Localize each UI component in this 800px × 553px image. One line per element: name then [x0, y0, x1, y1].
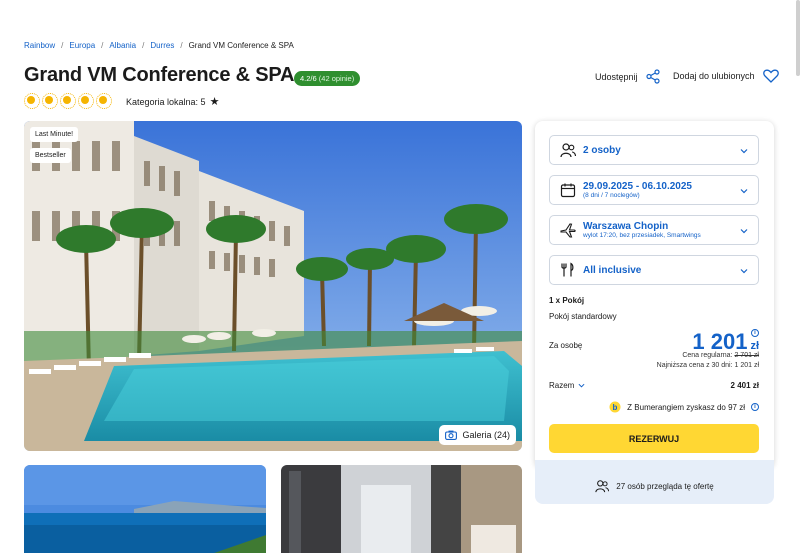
airport-value: Warszawa Chopin	[583, 221, 669, 232]
tag-last-minute: Last Minute!	[30, 127, 79, 142]
chevron-down-icon	[740, 189, 748, 194]
star-icon: ★	[209, 96, 220, 108]
bumerang-text: Z Bumerangiem zyskasz do 97 zł	[627, 402, 745, 412]
room-count: 1 x Pokój	[549, 296, 759, 305]
breadcrumb-link-durres[interactable]: Durres	[150, 41, 174, 50]
gallery-label: Galeria (24)	[462, 430, 510, 440]
breadcrumb-separator: /	[180, 41, 183, 50]
breadcrumb: Rainbow / Europa / Albania / Durres / Gr…	[24, 41, 294, 50]
svg-text:b: b	[613, 403, 618, 412]
room-thumbnail-image	[281, 465, 522, 553]
booking-panel: 2 osoby 29.09.2025 - 06.10.2025 (8 dni /…	[535, 121, 774, 468]
regular-price: Cena regularna: 2 701 zł	[682, 352, 759, 359]
sun-rating	[24, 93, 112, 109]
breadcrumb-link-europa[interactable]: Europa	[69, 41, 95, 50]
breadcrumb-separator: /	[142, 41, 145, 50]
beach-thumbnail-image	[24, 465, 266, 553]
calendar-icon	[560, 183, 576, 198]
photo-thumbnail-beach[interactable]	[24, 465, 266, 553]
share-button[interactable]: Udostępnij	[595, 69, 660, 84]
persons-select[interactable]: 2 osoby	[549, 135, 759, 165]
local-category: Kategoria lokalna: 5 ★	[126, 95, 219, 108]
total-value: 2 401 zł	[730, 381, 759, 390]
breadcrumb-current: Grand VM Conference & SPA	[188, 41, 294, 50]
hotel-pool-image	[24, 121, 522, 451]
rating-count: (42 opinie)	[318, 74, 355, 83]
sun-icon	[42, 93, 58, 109]
per-person-label: Za osobę	[549, 341, 583, 350]
board-select[interactable]: All inclusive	[549, 255, 759, 285]
info-icon[interactable]: i	[751, 403, 759, 411]
camera-icon	[445, 430, 458, 440]
favorites-label: Dodaj do ulubionych	[673, 71, 755, 81]
sun-icon	[60, 93, 76, 109]
breadcrumb-separator: /	[61, 41, 64, 50]
sun-icon	[96, 93, 112, 109]
sun-icon	[78, 93, 94, 109]
price-currency: zł	[750, 340, 759, 352]
flight-details: wylot 17:20, bez przesiadek, Smartwings	[583, 232, 701, 239]
share-label: Udostępnij	[595, 71, 638, 82]
dates-select[interactable]: 29.09.2025 - 06.10.2025 (8 dni / 7 nocle…	[549, 175, 759, 205]
regular-price-label: Cena regularna:	[682, 352, 733, 359]
viewers-text: 27 osób przegląda tę ofertę	[616, 481, 714, 491]
add-to-favorites-button[interactable]: Dodaj do ulubionych	[673, 69, 779, 83]
chevron-down-icon	[740, 149, 748, 154]
photo-thumbnail-room[interactable]	[281, 465, 522, 553]
category-label: Kategoria lokalna: 5	[126, 96, 206, 107]
tag-bestseller: Bestseller	[30, 148, 71, 163]
departure-airport-select[interactable]: Warszawa Chopin wylot 17:20, bez przesia…	[549, 215, 759, 245]
dates-subtext: (8 dni / 7 noclegów)	[583, 192, 640, 199]
bumerang-row: b Z Bumerangiem zyskasz do 97 zł i	[549, 401, 759, 413]
total-toggle[interactable]: Razem	[549, 381, 585, 390]
airplane-icon	[560, 223, 576, 238]
persons-icon	[595, 480, 610, 493]
gallery-button[interactable]: Galeria (24)	[439, 425, 516, 445]
share-icon	[645, 69, 660, 84]
rating-score: 4.2/6	[300, 74, 317, 83]
dates-value: 29.09.2025 - 06.10.2025	[583, 181, 692, 192]
breadcrumb-link-rainbow[interactable]: Rainbow	[24, 41, 55, 50]
lowest-price-30-days: Najniższa cena z 30 dni: 1 201 zł	[656, 362, 759, 369]
cutlery-icon	[561, 262, 574, 277]
total-row: Razem 2 401 zł	[549, 381, 759, 390]
heart-icon	[762, 69, 779, 83]
page-scrollbar[interactable]	[796, 0, 800, 76]
hero-photo[interactable]: Last Minute! Bestseller Galeria (24)	[24, 121, 522, 451]
total-label: Razem	[549, 381, 575, 390]
viewers-banner: 27 osób przegląda tę ofertę	[535, 460, 774, 504]
chevron-down-icon	[740, 229, 748, 234]
bumerang-icon: b	[609, 401, 621, 413]
info-icon[interactable]: i	[751, 329, 759, 337]
breadcrumb-separator: /	[101, 41, 104, 50]
regular-price-value: 2 701 zł	[734, 352, 759, 359]
persons-icon	[560, 143, 576, 158]
room-count-label: 1 x Pokój	[549, 296, 585, 305]
reserve-button[interactable]: REZERWUJ	[549, 424, 759, 453]
persons-value: 2 osoby	[583, 144, 621, 156]
sun-icon	[24, 93, 40, 109]
chevron-down-icon	[578, 383, 585, 388]
chevron-down-icon	[740, 269, 748, 274]
page-title: Grand VM Conference & SPA	[24, 64, 295, 86]
room-type: Pokój standardowy	[549, 312, 759, 321]
breadcrumb-link-albania[interactable]: Albania	[109, 41, 136, 50]
rating-badge[interactable]: 4.2/6 (42 opinie)	[294, 71, 361, 86]
board-value: All inclusive	[583, 264, 642, 276]
room-type-label: Pokój standardowy	[549, 312, 617, 321]
